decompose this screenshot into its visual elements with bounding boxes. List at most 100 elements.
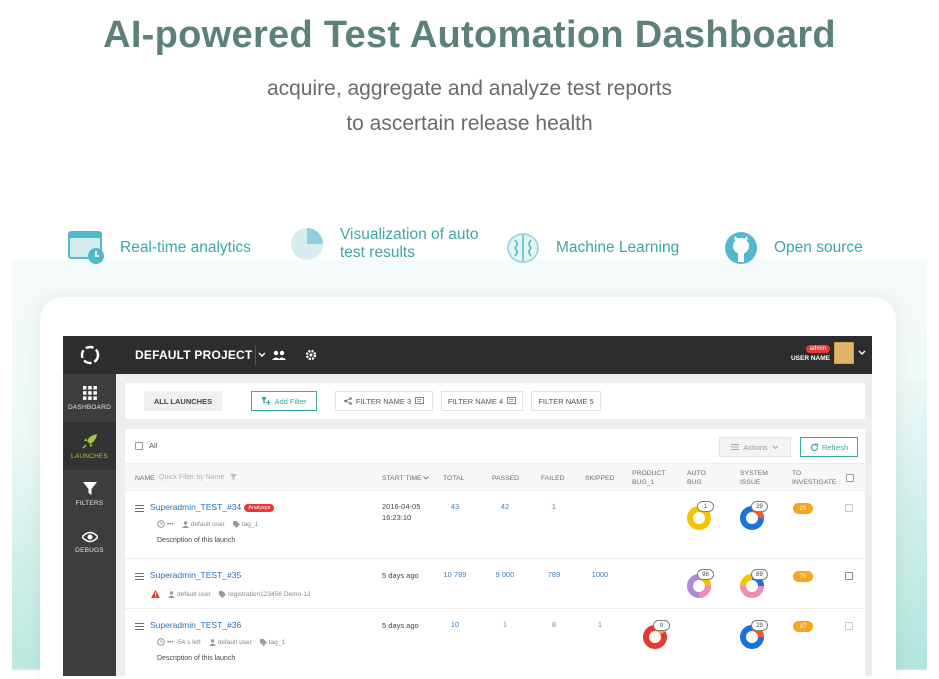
launch-meta: ••• -54 s left default user tag_1: [157, 638, 285, 646]
share-icon: [344, 397, 352, 405]
refresh-icon: [810, 442, 819, 451]
failed-count[interactable]: 8: [534, 620, 574, 629]
total-count[interactable]: 43: [435, 502, 475, 511]
feature-label: Machine Learning: [556, 239, 680, 256]
tag-label[interactable]: tag_1: [242, 521, 258, 528]
row-checkbox[interactable]: [845, 504, 853, 512]
col-start-time[interactable]: START TIME: [382, 474, 430, 483]
col-to-investigate[interactable]: TO INVESTIGATE: [792, 469, 836, 487]
table-row[interactable]: Superadmin_TEST_#36 ••• -54 s left defau…: [125, 609, 865, 676]
list-icon: [731, 444, 740, 450]
launch-name-link[interactable]: Superadmin_TEST_#34: [150, 502, 241, 512]
gear-icon[interactable]: [303, 347, 319, 363]
to-investigate-badge[interactable]: 29: [793, 503, 813, 514]
col-to-investigate-line1: TO: [792, 470, 802, 477]
menu-icon[interactable]: [135, 623, 144, 630]
tag-icon: [232, 520, 240, 528]
col-system-issue-line1: SYSTEM: [740, 470, 768, 477]
col-product-bug[interactable]: PRODUCT BUG_1: [632, 469, 666, 487]
actions-dropdown[interactable]: Actions: [719, 437, 791, 457]
filter-tab-3[interactable]: FILTER NAME 3: [335, 391, 433, 411]
col-auto-bug-line2: BUG: [687, 479, 702, 486]
duration-dots: •••: [167, 638, 174, 646]
owner-name[interactable]: default user: [218, 639, 252, 646]
filter-tab-4[interactable]: FILTER NAME 4: [441, 391, 523, 411]
eye-icon: [81, 531, 98, 542]
tag-label[interactable]: registration123456: [228, 591, 282, 598]
app-logo[interactable]: [63, 336, 116, 374]
tag-label[interactable]: tag_1: [269, 639, 285, 646]
total-count[interactable]: 10 789: [435, 570, 475, 579]
sidebar-item-dashboard[interactable]: DASHBOARD: [63, 374, 116, 422]
col-system-issue[interactable]: SYSTEM ISSUE: [740, 469, 768, 487]
quick-filter-input[interactable]: Quick Filter by Name: [159, 469, 259, 485]
select-all-checkbox[interactable]: [135, 442, 143, 450]
add-filter-button[interactable]: Add Filter: [251, 391, 317, 411]
table-row[interactable]: Superadmin_TEST_#35 default user registr…: [125, 559, 865, 609]
sidebar-item-debugs[interactable]: DEBUGS: [63, 518, 116, 566]
duration-dots: •••: [167, 520, 174, 528]
col-system-issue-line2: ISSUE: [740, 479, 761, 486]
actions-label: Actions: [743, 442, 768, 452]
to-investigate-badge[interactable]: 37: [793, 621, 813, 632]
col-skipped[interactable]: SKIPPED: [585, 474, 614, 483]
sidebar-item-launches[interactable]: LAUNCHES: [63, 422, 116, 470]
feature-realtime: Real-time analytics: [68, 229, 251, 267]
failed-count[interactable]: 789: [534, 570, 574, 579]
project-selector[interactable]: DEFAULT PROJECT: [135, 348, 266, 362]
all-launches-tab[interactable]: ALL LAUNCHES: [144, 391, 222, 411]
product-bug-count: 9: [653, 620, 670, 631]
launch-description: Description of this launch: [157, 655, 236, 662]
auto-bug-count: 1: [697, 501, 714, 512]
auto-bug-count: 98: [697, 569, 714, 580]
hero-title: AI-powered Test Automation Dashboard: [103, 14, 836, 56]
clock-dashboard-icon: [68, 229, 106, 267]
select-all-label: All: [149, 441, 158, 450]
sidebar-item-filters[interactable]: FILTERS: [63, 470, 116, 518]
passed-count[interactable]: 1: [485, 620, 525, 629]
to-investigate-badge[interactable]: 76: [793, 571, 813, 582]
filter-tab-5[interactable]: FILTER NAME 5: [531, 391, 601, 411]
refresh-button[interactable]: Refresh: [800, 437, 858, 457]
col-total[interactable]: TOTAL: [443, 474, 464, 483]
role-badge: admin: [805, 344, 830, 353]
col-failed[interactable]: FAILED: [541, 474, 564, 483]
feature-label-line1: Visualization of auto: [340, 226, 479, 243]
passed-count[interactable]: 9 000: [485, 570, 525, 579]
user-menu[interactable]: admin USER NAME: [791, 342, 866, 364]
failed-count[interactable]: 1: [534, 502, 574, 511]
feature-list: Real-time analytics Visualization of aut…: [0, 225, 939, 275]
comment-icon: [415, 397, 425, 404]
row-checkbox[interactable]: [845, 622, 853, 630]
chevron-down-icon: [772, 445, 779, 449]
members-icon[interactable]: [271, 347, 287, 363]
tag-label[interactable]: Demo-12: [284, 591, 311, 598]
app-window: DEFAULT PROJECT admin USER NAME DASHBOAR…: [63, 336, 872, 676]
col-auto-bug-line1: AUTO: [687, 470, 706, 477]
menu-icon[interactable]: [135, 573, 144, 580]
start-clock: 16:23:10: [382, 513, 412, 522]
col-auto-bug[interactable]: AUTO BUG: [687, 469, 706, 487]
col-name[interactable]: NAME: [135, 474, 155, 483]
col-passed[interactable]: PASSED: [492, 474, 519, 483]
skipped-count[interactable]: 1: [580, 620, 620, 629]
launch-name-link[interactable]: Superadmin_TEST_#36: [150, 620, 241, 630]
funnel-icon: [82, 481, 97, 495]
grid-icon: [82, 385, 97, 400]
add-filter-label: Add Filter: [274, 396, 307, 406]
avatar: [834, 342, 854, 364]
feature-visualization: Visualization of auto test results: [288, 225, 478, 263]
total-count[interactable]: 10: [435, 620, 475, 629]
table-row[interactable]: Superadmin_TEST_#34 Analysys ••• default …: [125, 491, 865, 559]
row-checkbox[interactable]: [845, 572, 853, 580]
feature-opensource: Open source: [722, 229, 863, 267]
header-select-checkbox[interactable]: [846, 474, 854, 482]
owner-name[interactable]: default user: [191, 521, 225, 528]
skipped-count[interactable]: 1000: [580, 570, 620, 579]
passed-count[interactable]: 42: [485, 502, 525, 511]
feature-ml: Machine Learning: [504, 229, 679, 267]
pie-chart-icon: [288, 225, 326, 263]
owner-name[interactable]: default user: [177, 591, 211, 598]
menu-icon[interactable]: [135, 505, 144, 512]
launch-name-link[interactable]: Superadmin_TEST_#35: [150, 570, 241, 580]
